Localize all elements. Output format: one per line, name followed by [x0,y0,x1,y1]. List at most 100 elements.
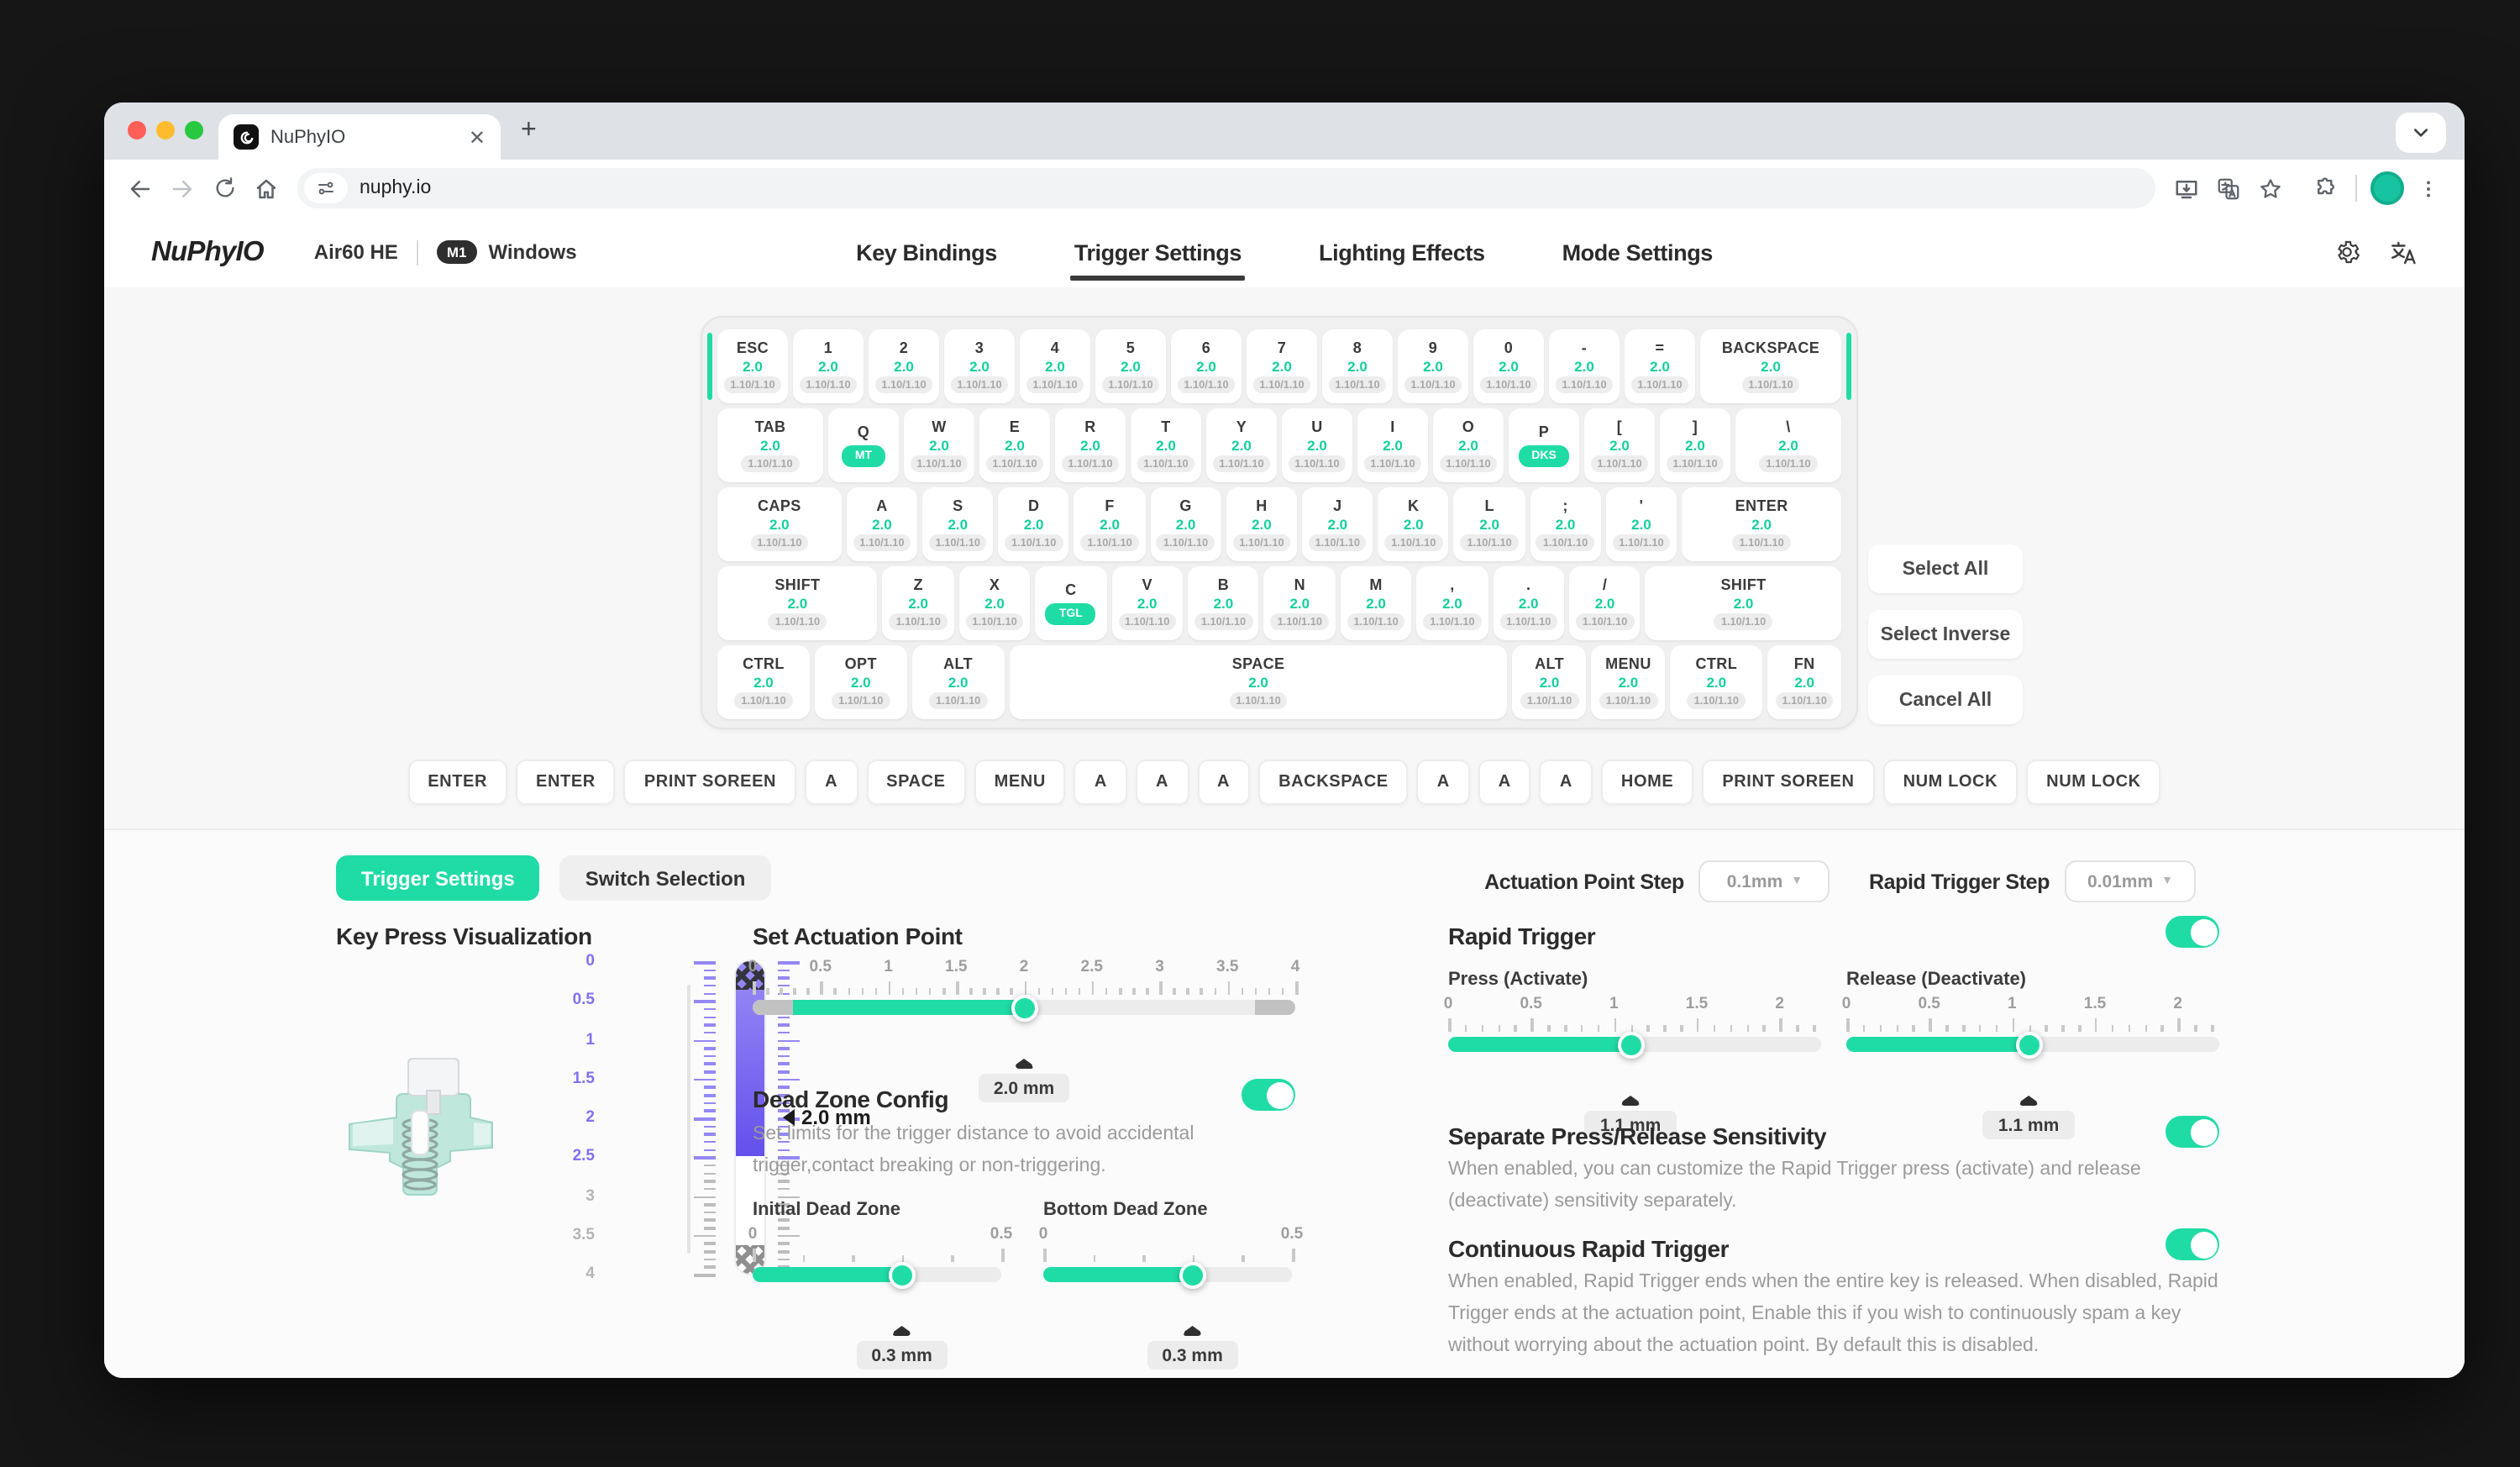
bottom-dead-zone-slider[interactable]: 00.50.3 mm [1043,1225,1292,1339]
binding-button-home[interactable]: HOME [1601,760,1693,805]
key-b[interactable]: B2.01.10/1.10 [1188,566,1259,640]
key-enter[interactable]: ENTER2.01.10/1.10 [1682,487,1841,561]
key-/[interactable]: /2.01.10/1.10 [1569,566,1641,640]
key-4[interactable]: 42.01.10/1.10 [1020,329,1090,403]
key-alt[interactable]: ALT2.01.10/1.10 [912,645,1005,719]
key-6[interactable]: 62.01.10/1.10 [1171,329,1242,403]
binding-button-num-lock[interactable]: NUM LOCK [2026,760,2161,805]
key-u[interactable]: U2.01.10/1.10 [1282,408,1352,482]
initial-dead-zone-slider[interactable]: 00.50.3 mm [753,1225,1001,1339]
key-l[interactable]: L2.01.10/1.10 [1454,487,1525,561]
key-shift[interactable]: SHIFT2.01.10/1.10 [717,566,878,640]
cancel-all-button[interactable]: Cancel All [1868,676,2023,724]
tab-close-icon[interactable]: ✕ [469,127,486,147]
key-esc[interactable]: ESC2.01.10/1.10 [717,329,788,403]
reload-icon[interactable] [203,167,245,209]
key-k[interactable]: K2.01.10/1.10 [1378,487,1449,561]
key-e[interactable]: E2.01.10/1.10 [979,408,1050,482]
key-opt[interactable]: OPT2.01.10/1.10 [815,645,907,719]
install-app-icon[interactable] [2166,167,2208,209]
slider-track[interactable] [1846,1037,2219,1052]
key-space[interactable]: SPACE2.01.10/1.10 [1010,645,1508,719]
key-][interactable]: ]2.01.10/1.10 [1660,408,1730,482]
key-h[interactable]: H2.01.10/1.10 [1226,487,1297,561]
key-q[interactable]: QMT [828,408,899,482]
separate-sensitivity-toggle[interactable] [2166,1116,2219,1148]
key-x[interactable]: X2.01.10/1.10 [959,566,1031,640]
key-p[interactable]: PDKS [1509,408,1579,482]
key-'[interactable]: '2.01.10/1.10 [1606,487,1677,561]
key-g[interactable]: G2.01.10/1.10 [1150,487,1221,561]
binding-button-space[interactable]: SPACE [866,760,965,805]
home-icon[interactable] [245,167,287,209]
translate-icon[interactable] [2208,167,2250,209]
key-w[interactable]: W2.01.10/1.10 [904,408,974,482]
new-tab-button[interactable]: + [521,116,537,146]
key-d[interactable]: D2.01.10/1.10 [999,487,1069,561]
key-j[interactable]: J2.01.10/1.10 [1302,487,1373,561]
key-2[interactable]: 22.01.10/1.10 [869,329,939,403]
key-c[interactable]: CTGL [1035,566,1106,640]
continuous-rapid-trigger-toggle[interactable] [2166,1228,2219,1260]
key-8[interactable]: 82.01.10/1.10 [1322,329,1393,403]
binding-button-num-lock[interactable]: NUM LOCK [1883,760,2019,805]
binding-button-enter[interactable]: ENTER [407,760,507,805]
slider-track[interactable] [1448,1037,1821,1052]
dead-zone-toggle[interactable] [1242,1079,1295,1111]
settings-gear-icon[interactable] [2334,239,2360,266]
key-z[interactable]: Z2.01.10/1.10 [883,566,954,640]
rapid-trigger-toggle[interactable] [2166,916,2219,948]
key-o[interactable]: O2.01.10/1.10 [1433,408,1504,482]
press-activate-slider[interactable]: 00.511.521.1 mm [1448,995,1821,1109]
nav-key-bindings[interactable]: Key Bindings [856,239,997,265]
back-icon[interactable] [119,167,161,209]
binding-button-a[interactable]: A [1417,760,1470,805]
key-f[interactable]: F2.01.10/1.10 [1074,487,1145,561]
traffic-light-zoom[interactable] [185,121,203,139]
key--[interactable]: -2.01.10/1.10 [1549,329,1620,403]
select-inverse-button[interactable]: Select Inverse [1868,610,2023,659]
slider-track[interactable] [753,1000,1295,1015]
tab-search-chevron-icon[interactable] [2396,113,2446,153]
key-s[interactable]: S2.01.10/1.10 [922,487,993,561]
rapid-trigger-step-select[interactable]: 0.01mm▼ [2065,860,2196,902]
key-\[interactable]: \2.01.10/1.10 [1735,408,1841,482]
key-;[interactable]: ;2.01.10/1.10 [1530,487,1600,561]
binding-button-a[interactable]: A [1136,760,1189,805]
key-alt[interactable]: ALT2.01.10/1.10 [1513,645,1587,719]
traffic-light-close[interactable] [128,121,146,139]
binding-button-enter[interactable]: ENTER [516,760,616,805]
key-menu[interactable]: MENU2.01.10/1.10 [1592,645,1666,719]
key-9[interactable]: 92.01.10/1.10 [1398,329,1468,403]
key-n[interactable]: N2.01.10/1.10 [1264,566,1336,640]
key-ctrl[interactable]: CTRL2.01.10/1.10 [717,645,810,719]
kebab-menu-icon[interactable] [2407,167,2449,209]
tab-switch-selection[interactable]: Switch Selection [560,855,771,901]
key-m[interactable]: M2.01.10/1.10 [1341,566,1412,640]
url-bar[interactable]: nuphy.io [297,168,2155,208]
key-tab[interactable]: TAB2.01.10/1.10 [717,408,823,482]
extensions-icon[interactable] [2305,167,2347,209]
nav-trigger-settings[interactable]: Trigger Settings [1074,239,1242,265]
binding-button-a[interactable]: A [1540,760,1593,805]
binding-button-a[interactable]: A [805,760,858,805]
forward-icon[interactable] [161,167,203,209]
slider-track[interactable] [1043,1267,1292,1282]
key-,[interactable]: ,2.01.10/1.10 [1417,566,1488,640]
key-a[interactable]: A2.01.10/1.10 [847,487,917,561]
key-=[interactable]: =2.01.10/1.10 [1625,329,1695,403]
key-y[interactable]: Y2.01.10/1.10 [1206,408,1277,482]
binding-button-print-soreen[interactable]: PRINT SOREEN [624,760,796,805]
binding-button-a[interactable]: A [1478,760,1531,805]
key-caps[interactable]: CAPS2.01.10/1.10 [717,487,842,561]
key-1[interactable]: 12.01.10/1.10 [793,329,864,403]
key-v[interactable]: V2.01.10/1.10 [1111,566,1183,640]
key-shift[interactable]: SHIFT2.01.10/1.10 [1646,566,1841,640]
binding-button-backspace[interactable]: BACKSPACE [1258,760,1409,805]
language-icon[interactable] [2389,238,2418,266]
binding-button-print-soreen[interactable]: PRINT SOREEN [1702,760,1874,805]
site-settings-tune-icon[interactable] [304,173,348,203]
tab-trigger-settings[interactable]: Trigger Settings [336,855,540,901]
nav-mode-settings[interactable]: Mode Settings [1562,239,1713,265]
key-ctrl[interactable]: CTRL2.01.10/1.10 [1670,645,1762,719]
